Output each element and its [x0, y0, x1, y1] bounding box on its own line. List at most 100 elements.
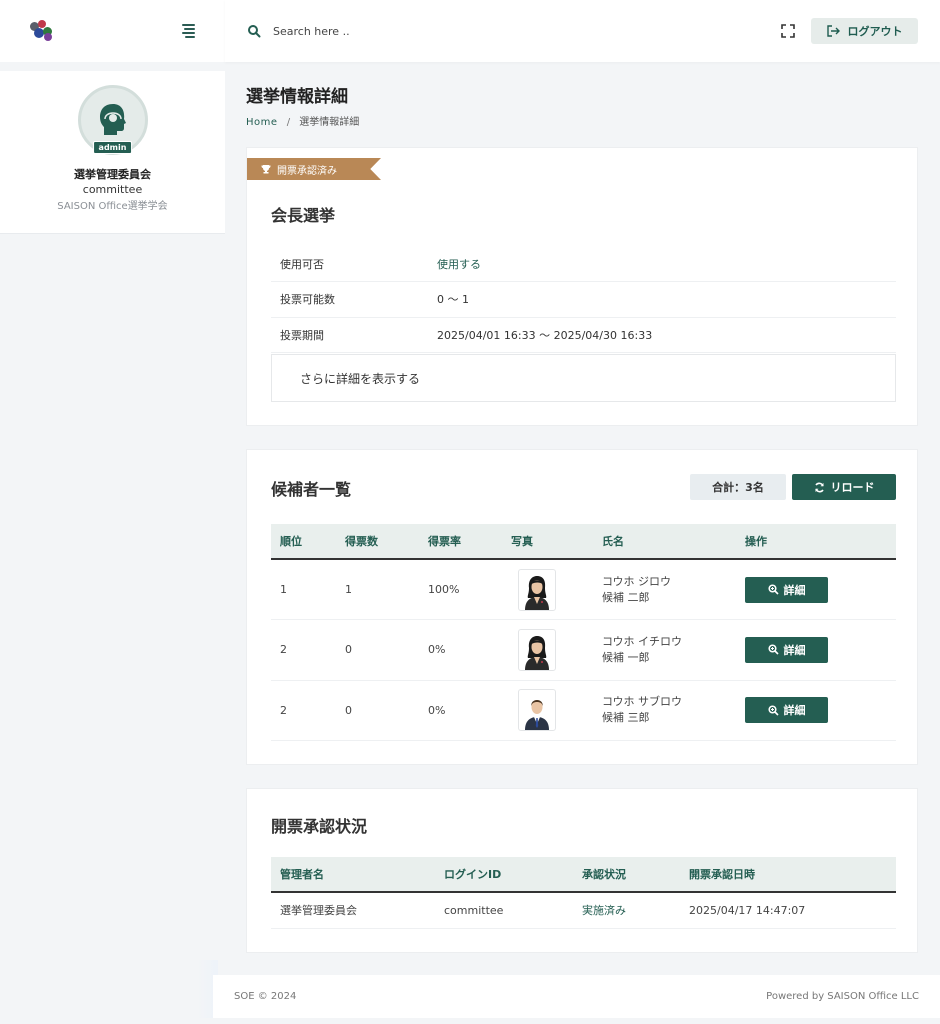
column-header-rank[interactable]: 順位 [271, 524, 336, 560]
sidebar: admin 選挙管理委員会 committee SAISON Office選挙学… [0, 0, 225, 1024]
detail-button[interactable]: 詳細 [745, 697, 828, 724]
cell-name: コウホ サブロウ 候補 三郎 [593, 680, 736, 741]
candidates-card: 候補者一覧 合計：3名 リロード 順位 得票数 得票率 写真 氏名 操作 1 1… [246, 449, 918, 765]
cell-login-id: committee [435, 892, 573, 929]
detail-label: 詳細 [783, 704, 806, 718]
logout-icon [826, 25, 840, 37]
table-row: 2 0 0% [271, 680, 896, 741]
breadcrumb-current: 選挙情報詳細 [299, 117, 360, 128]
candidates-title: 候補者一覧 [271, 480, 352, 499]
column-header-admin: 管理者名 [271, 857, 435, 893]
approval-title: 開票承認状況 [271, 817, 368, 836]
breadcrumb-home[interactable]: Home [246, 117, 278, 128]
topbar: ログアウト [225, 0, 940, 62]
info-label: 使用可否 [271, 246, 437, 282]
total-badge: 合計：3名 [690, 474, 786, 500]
cell-name: コウホ イチロウ 候補 一郎 [593, 619, 736, 681]
info-label: 投票可能数 [271, 281, 437, 318]
avatar: admin [77, 85, 148, 155]
menu-toggle-icon[interactable] [182, 24, 195, 38]
footer-copyright: SOE © 2024 [234, 991, 297, 1002]
show-more-details[interactable]: さらに詳細を表示する [271, 354, 896, 402]
cell-photo [502, 680, 593, 741]
table-row: 2 0 0% [271, 619, 896, 681]
app-logo[interactable] [30, 20, 56, 42]
detail-button[interactable]: 詳細 [745, 636, 828, 663]
refresh-icon [814, 482, 824, 492]
election-card: 開票承認済み 会長選挙 使用可否 使用する 投票可能数 0 〜 1 投票期間 2… [246, 147, 918, 426]
table-header-row: 順位 得票数 得票率 写真 氏名 操作 [271, 524, 896, 560]
column-header-votes[interactable]: 得票数 [336, 524, 419, 560]
zoom-in-icon [767, 644, 779, 655]
info-row: 投票可能数 0 〜 1 [271, 281, 896, 318]
fullscreen-icon[interactable] [781, 24, 795, 38]
detail-label: 詳細 [783, 583, 806, 597]
detail-button[interactable]: 詳細 [745, 576, 828, 603]
candidate-kana: コウホ ジロウ [602, 574, 672, 588]
breadcrumb: Home / 選挙情報詳細 [246, 113, 918, 128]
column-header-actions: 操作 [736, 524, 896, 560]
info-label: 投票期間 [271, 317, 437, 353]
cell-admin: 選挙管理委員会 [271, 892, 435, 929]
footer: SOE © 2024 Powered by SAISON Office LLC [213, 975, 940, 1018]
cell-votes: 0 [336, 619, 419, 681]
role-badge: admin [92, 141, 133, 154]
cell-name: コウホ ジロウ 候補 二郎 [593, 559, 736, 620]
detail-label: 詳細 [783, 643, 806, 657]
zoom-in-icon [767, 705, 779, 716]
election-title: 会長選挙 [271, 206, 336, 225]
cell-actions: 詳細 [736, 559, 896, 620]
info-value: 2025/04/01 16:33 〜 2025/04/30 16:33 [437, 317, 896, 353]
reload-button[interactable]: リロード [792, 474, 896, 500]
status-ribbon: 開票承認済み [247, 158, 381, 180]
trophy-icon [261, 165, 271, 174]
cell-rank: 2 [271, 680, 336, 741]
cell-rate: 100% [419, 559, 502, 620]
cell-votes: 0 [336, 680, 419, 741]
main-content: 選挙情報詳細 Home / 選挙情報詳細 開票承認済み 会長選挙 使用可否 使用… [246, 62, 918, 953]
logout-button[interactable]: ログアウト [811, 18, 918, 44]
profile-card: admin 選挙管理委員会 committee SAISON Office選挙学… [0, 71, 225, 234]
profile-org: SAISON Office選挙学会 [57, 201, 168, 212]
cell-actions: 詳細 [736, 619, 896, 681]
cell-actions: 詳細 [736, 680, 896, 741]
cell-rank: 2 [271, 619, 336, 681]
profile-login-id: committee [82, 183, 143, 196]
table-header-row: 管理者名 ログインID 承認状況 開票承認日時 [271, 857, 896, 893]
page-title: 選挙情報詳細 [246, 87, 348, 107]
reload-label: リロード [830, 481, 875, 494]
approval-card: 開票承認状況 管理者名 ログインID 承認状況 開票承認日時 選挙管理委員会 c… [246, 788, 918, 953]
candidate-photo[interactable] [518, 568, 556, 611]
zoom-in-icon [767, 584, 779, 595]
table-row: 1 1 100% コウホ ジロウ 候補 二郎 詳細 [271, 559, 896, 620]
cell-datetime: 2025/04/17 14:47:07 [680, 892, 896, 929]
candidate-photo[interactable] [518, 689, 556, 732]
column-header-name[interactable]: 氏名 [593, 524, 736, 560]
sidebar-header [0, 0, 225, 62]
info-row: 投票期間 2025/04/01 16:33 〜 2025/04/30 16:33 [271, 317, 896, 353]
candidate-name: 候補 二郎 [602, 590, 650, 604]
column-header-photo: 写真 [502, 524, 593, 560]
cell-votes: 1 [336, 559, 419, 620]
search-input[interactable] [273, 24, 473, 38]
cell-rate: 0% [419, 680, 502, 741]
cell-photo [502, 559, 593, 620]
cell-status: 実施済み [573, 892, 680, 929]
column-header-status: 承認状況 [573, 857, 680, 893]
cell-rank: 1 [271, 559, 336, 620]
female-avatar-icon [525, 635, 549, 670]
info-row: 使用可否 使用する [271, 246, 896, 282]
candidate-name: 候補 一郎 [602, 650, 650, 664]
female-avatar-icon [525, 575, 549, 610]
approval-table: 管理者名 ログインID 承認状況 開票承認日時 選挙管理委員会 committe… [271, 857, 896, 929]
column-header-rate[interactable]: 得票率 [419, 524, 502, 560]
footer-powered-by: Powered by SAISON Office LLC [766, 991, 919, 1002]
table-row: 選挙管理委員会 committee 実施済み 2025/04/17 14:47:… [271, 892, 896, 929]
candidate-kana: コウホ サブロウ [602, 695, 683, 709]
male-avatar-icon [525, 700, 549, 731]
candidates-table: 順位 得票数 得票率 写真 氏名 操作 1 1 100% コウホ ジロウ 候補 … [271, 524, 896, 741]
column-header-login-id: ログインID [435, 857, 573, 893]
support-agent-icon [99, 104, 126, 135]
candidate-photo[interactable] [518, 628, 556, 671]
cell-photo [502, 619, 593, 681]
